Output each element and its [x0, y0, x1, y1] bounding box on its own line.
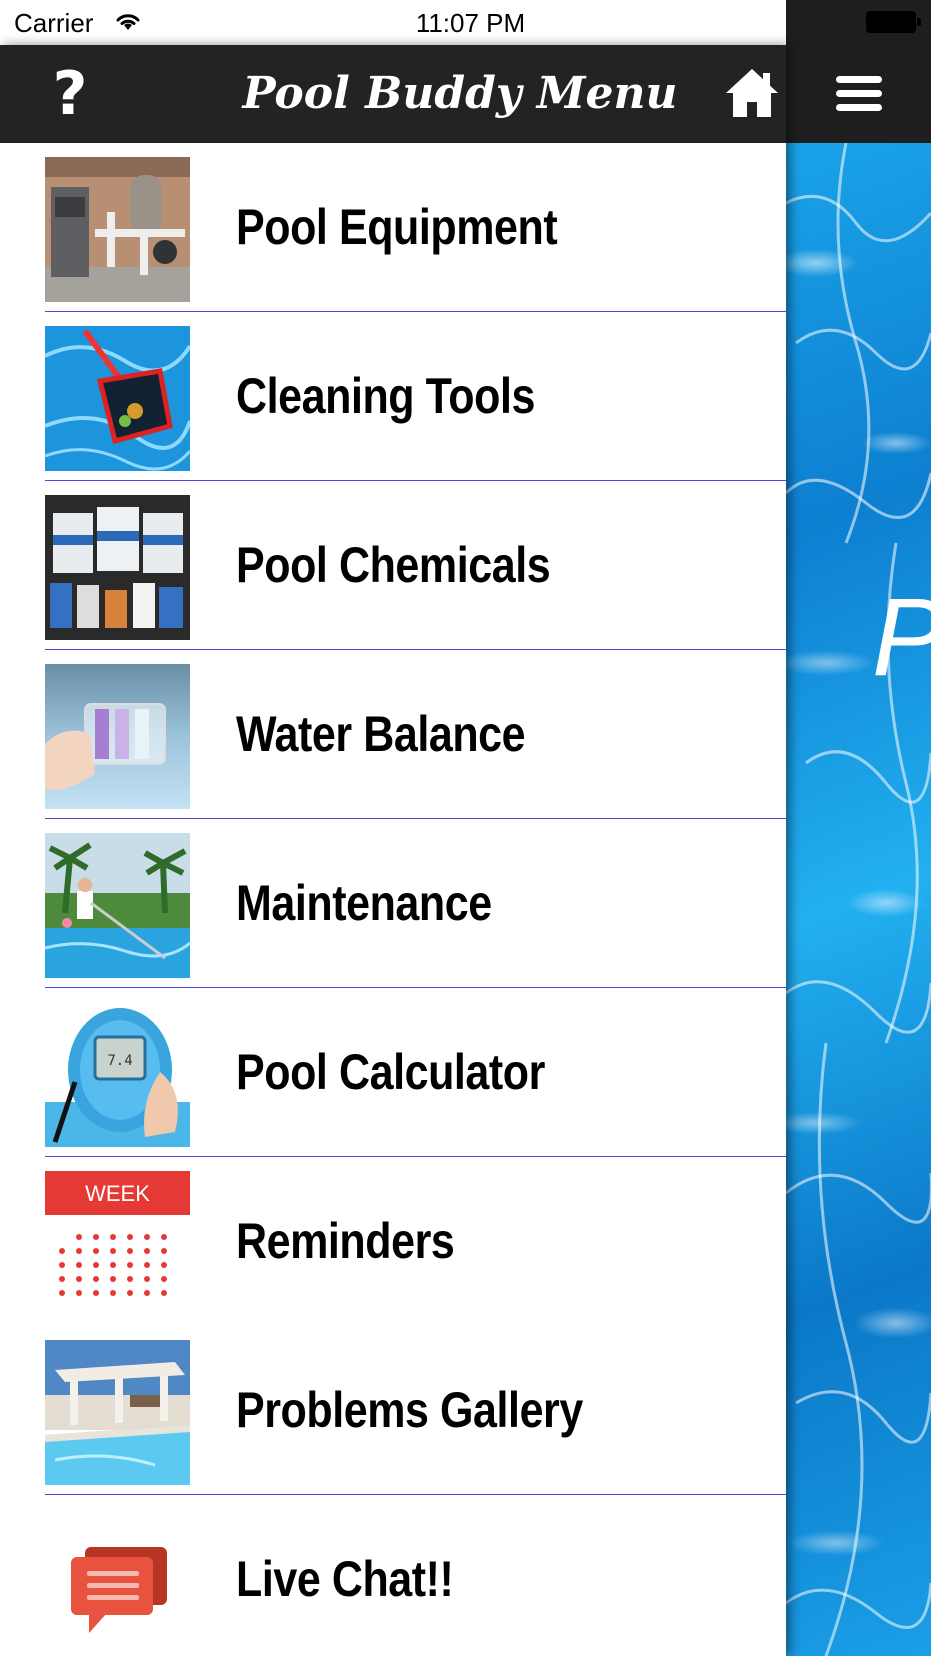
chat-bubble-icon	[45, 1509, 190, 1654]
digital-tester-thumbnail: 7.4	[45, 1002, 190, 1147]
week-calendar-icon: WEEK	[45, 1171, 190, 1316]
menu-item-label: Reminders	[236, 1213, 455, 1269]
test-kit-thumbnail	[45, 664, 190, 809]
water-caustics	[786, 143, 931, 1656]
hamburger-menu-icon	[835, 76, 882, 112]
nav-title: Pool Buddy Menu	[242, 68, 678, 119]
status-bar: Carrier 11:07 PM	[0, 0, 931, 45]
menu-list: Pool Equipment Cleaning Tools Pool Chemi…	[0, 143, 786, 1656]
menu-item-label: Live Chat!!	[236, 1551, 454, 1607]
nav-bar: ? Pool Buddy Menu	[0, 45, 786, 143]
background-title-fragment: P	[872, 583, 931, 693]
menu-item-problems-gallery[interactable]: Problems Gallery	[0, 1326, 786, 1495]
pool-cleaning-thumbnail	[45, 833, 190, 978]
menu-item-label: Water Balance	[236, 706, 526, 762]
skimmer-net-thumbnail	[45, 326, 190, 471]
menu-item-maintenance[interactable]: Maintenance	[0, 819, 786, 988]
battery-icon	[866, 11, 921, 33]
menu-item-live-chat[interactable]: Live Chat!!	[0, 1495, 786, 1656]
menu-item-label: Maintenance	[236, 875, 492, 931]
menu-item-label: Pool Chemicals	[236, 537, 551, 593]
chemical-buckets-thumbnail	[45, 495, 190, 640]
menu-item-label: Pool Calculator	[236, 1044, 545, 1100]
menu-item-label: Problems Gallery	[236, 1382, 583, 1438]
menu-item-pool-equipment[interactable]: Pool Equipment	[0, 143, 786, 312]
menu-item-cleaning-tools[interactable]: Cleaning Tools	[0, 312, 786, 481]
menu-item-label: Pool Equipment	[236, 199, 558, 255]
status-time: 11:07 PM	[415, 8, 526, 38]
side-drawer: ? Pool Buddy Menu Pool Equipment Cleanin…	[0, 45, 786, 1656]
calendar-week-label: WEEK	[85, 1181, 150, 1206]
menu-item-pool-chemicals[interactable]: Pool Chemicals	[0, 481, 786, 650]
svg-text:7.4: 7.4	[107, 1053, 132, 1069]
pool-patio-thumbnail	[45, 1340, 190, 1485]
home-icon[interactable]	[724, 65, 780, 121]
menu-item-water-balance[interactable]: Water Balance	[0, 650, 786, 819]
help-button[interactable]: ?	[40, 59, 100, 129]
background-screen: P	[786, 45, 931, 1656]
menu-item-pool-calculator[interactable]: 7.4 Pool Calculator	[0, 988, 786, 1157]
pool-water-background: P	[786, 143, 931, 1656]
pool-equipment-thumbnail	[45, 157, 190, 302]
menu-item-label: Cleaning Tools	[236, 368, 535, 424]
menu-button[interactable]	[786, 45, 931, 143]
menu-item-reminders[interactable]: WEEK Reminders	[0, 1157, 786, 1326]
question-mark-icon: ?	[52, 59, 88, 129]
